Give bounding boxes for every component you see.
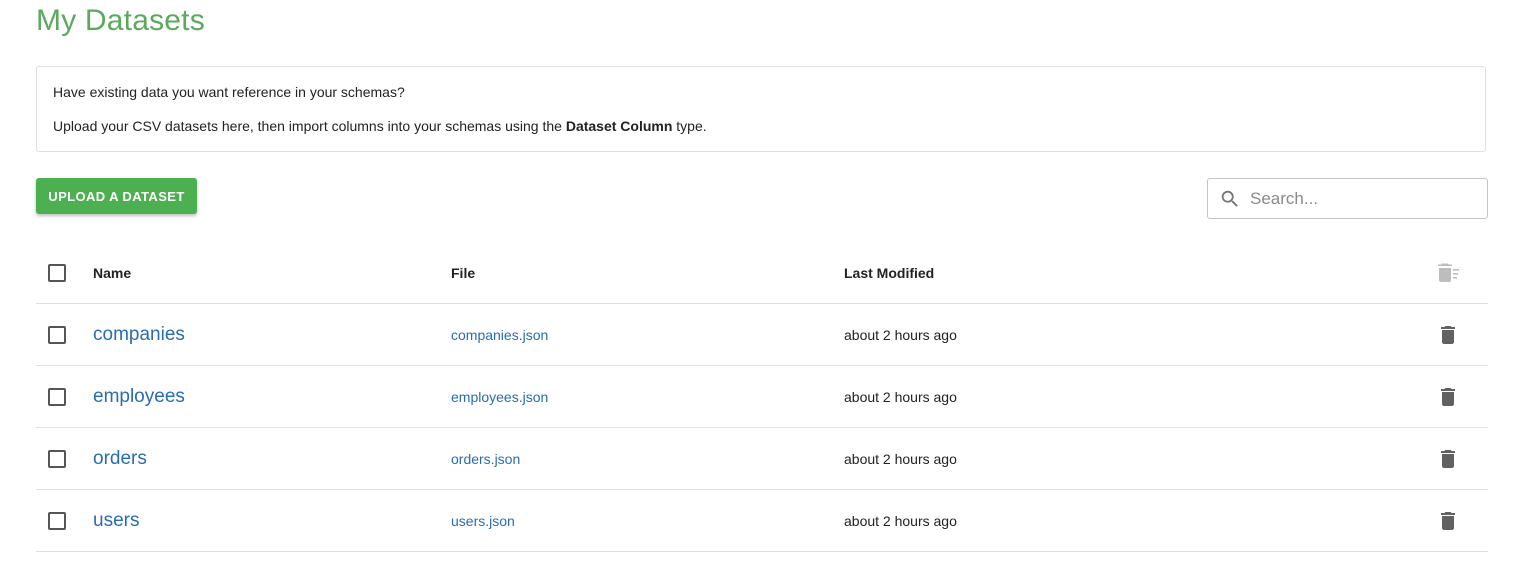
dataset-name-link[interactable]: companies [93,324,185,346]
last-modified-text: about 2 hours ago [844,512,957,529]
last-modified-text: about 2 hours ago [844,450,957,467]
dataset-file-link[interactable]: orders.json [451,451,520,467]
row-checkbox[interactable] [48,511,66,530]
bulk-delete-button[interactable] [1436,261,1460,285]
trash-icon [1441,387,1455,406]
delete-button[interactable] [1436,509,1460,533]
column-header-name[interactable]: Name [93,265,131,281]
info-box: Have existing data you want reference in… [36,66,1486,152]
delete-button[interactable] [1436,385,1460,409]
bulk-delete-icon [1438,263,1459,282]
dataset-column-type-label: Dataset Column [565,118,673,134]
table-row: employees employees.json about 2 hours a… [36,366,1488,428]
select-all-checkbox[interactable] [48,263,66,282]
table-row: users users.json about 2 hours ago [36,490,1488,552]
row-checkbox[interactable] [48,387,66,406]
info-instructions-suffix: type. [672,118,707,134]
search-icon [1221,190,1238,207]
dataset-name-link[interactable]: employees [93,386,185,408]
table-row: orders orders.json about 2 hours ago [36,428,1488,490]
column-header-file[interactable]: File [451,265,475,281]
row-checkbox[interactable] [48,449,66,468]
page-title: My Datasets [36,4,205,37]
trash-icon [1441,325,1455,344]
trash-icon [1441,511,1455,530]
datasets-table: Name File Last Modified companies compan… [36,242,1488,552]
table-header-row: Name File Last Modified [36,242,1488,304]
delete-button[interactable] [1436,323,1460,347]
table-row: companies companies.json about 2 hours a… [36,304,1488,366]
dataset-file-link[interactable]: users.json [451,513,515,529]
trash-icon [1441,449,1455,468]
upload-dataset-button[interactable]: UPLOAD A DATASET [36,178,197,214]
delete-button[interactable] [1436,447,1460,471]
info-question: Have existing data you want reference in… [53,84,405,100]
last-modified-text: about 2 hours ago [844,326,957,343]
search-input[interactable] [1250,188,1487,209]
info-instructions-prefix: Upload your CSV datasets here, then impo… [53,118,566,134]
dataset-file-link[interactable]: companies.json [451,327,548,343]
search-box[interactable] [1207,178,1488,219]
column-header-last-modified[interactable]: Last Modified [844,265,934,281]
info-instructions: Upload your CSV datasets here, then impo… [53,118,707,134]
dataset-file-link[interactable]: employees.json [451,389,548,405]
last-modified-text: about 2 hours ago [844,388,957,405]
row-checkbox[interactable] [48,325,66,344]
dataset-name-link[interactable]: users [93,510,139,532]
dataset-name-link[interactable]: orders [93,448,147,470]
